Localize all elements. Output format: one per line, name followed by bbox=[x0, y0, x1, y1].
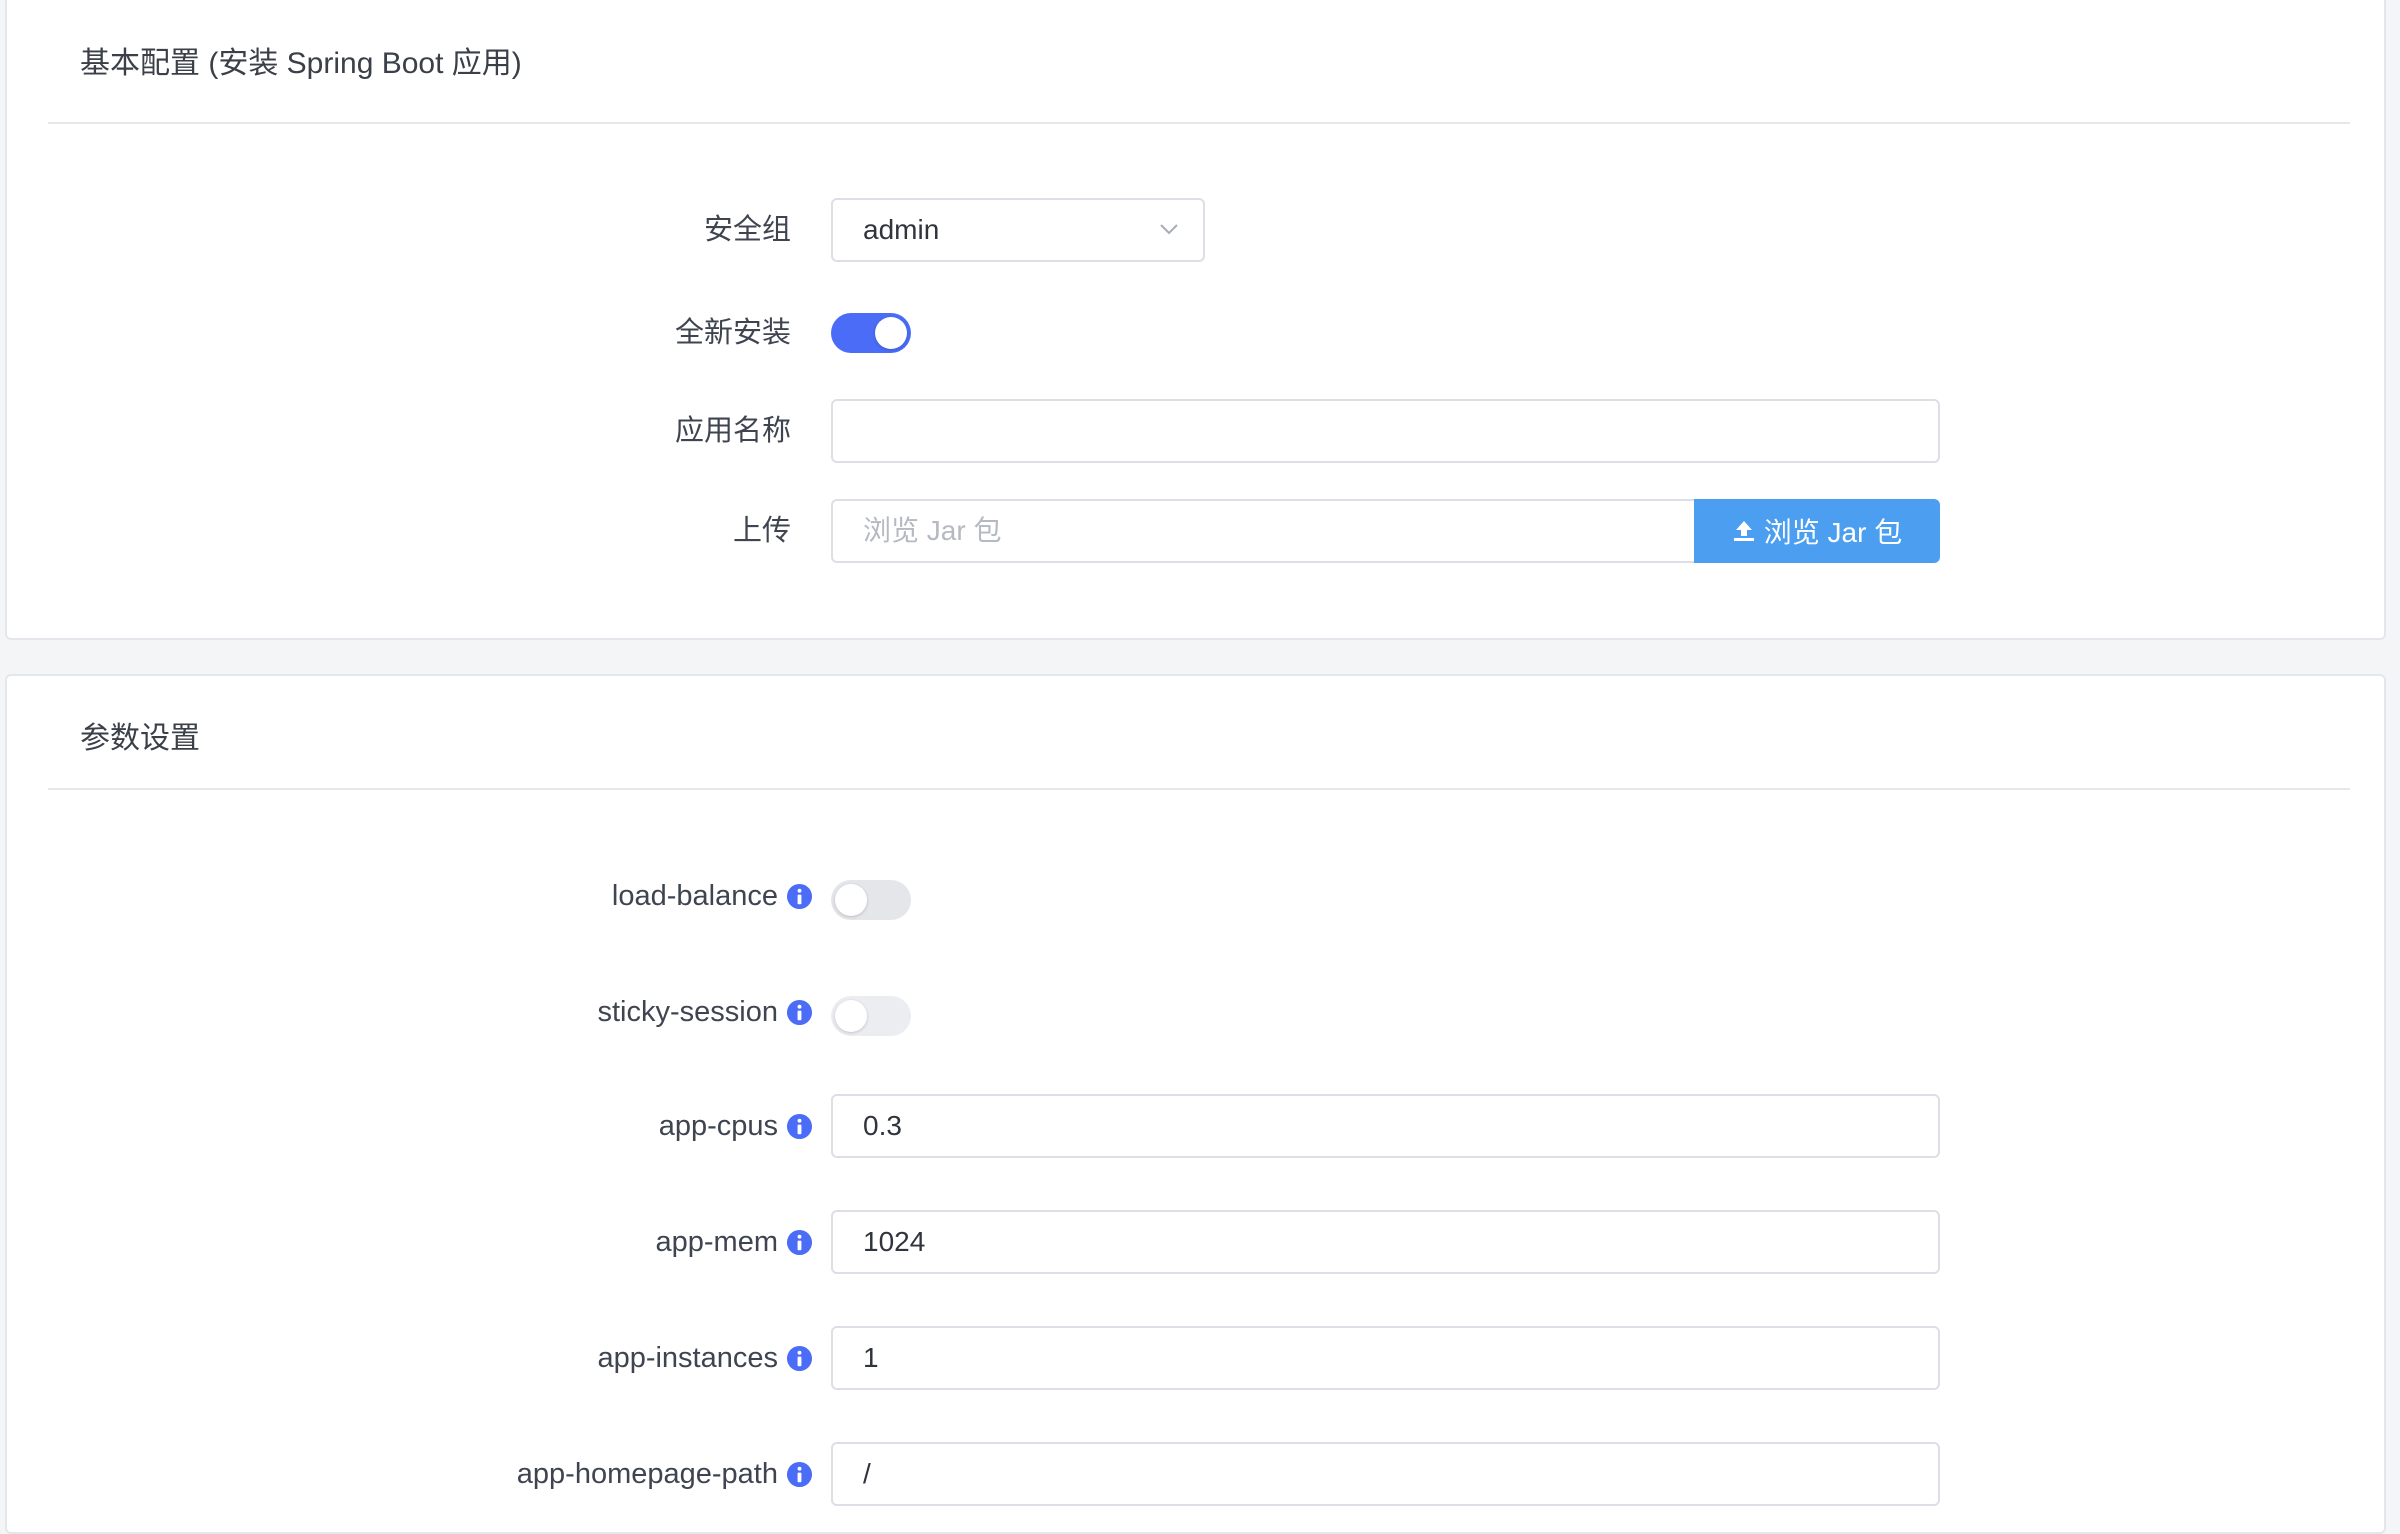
chevron-down-icon bbox=[1160, 224, 1178, 235]
sticky-session-label: sticky-session bbox=[597, 995, 779, 1028]
sticky-session-toggle[interactable] bbox=[831, 996, 911, 1036]
basic-config-card: 基本配置 (安装 Spring Boot 应用) 安全组 admin 全新安装 … bbox=[5, 0, 2386, 640]
app-homepage-path-input[interactable] bbox=[831, 1442, 1940, 1506]
toggle-knob bbox=[875, 317, 907, 349]
app-instances-row: app-instances bbox=[7, 1326, 2384, 1390]
fresh-install-toggle[interactable] bbox=[831, 313, 911, 353]
info-circle-icon[interactable] bbox=[786, 1113, 813, 1140]
info-circle-icon[interactable] bbox=[786, 1461, 813, 1488]
upload-label: 上传 bbox=[732, 515, 791, 547]
security-group-select[interactable]: admin bbox=[831, 198, 1205, 262]
app-mem-row: app-mem bbox=[7, 1210, 2384, 1274]
basic-config-divider bbox=[48, 122, 2350, 124]
app-instances-label: app-instances bbox=[597, 1341, 778, 1374]
browse-jar-button-label: 浏览 Jar 包 bbox=[1763, 517, 1903, 548]
app-mem-label: app-mem bbox=[655, 1225, 779, 1258]
load-balance-toggle[interactable] bbox=[831, 880, 911, 920]
app-mem-input[interactable] bbox=[831, 1210, 1940, 1274]
toggle-knob bbox=[835, 884, 867, 916]
info-circle-icon[interactable] bbox=[786, 999, 813, 1026]
app-cpus-input[interactable] bbox=[831, 1094, 1940, 1158]
browse-jar-button[interactable]: 浏览 Jar 包 bbox=[1694, 499, 1940, 563]
security-group-label: 安全组 bbox=[703, 214, 791, 246]
load-balance-row: load-balance bbox=[7, 872, 2384, 936]
app-name-input[interactable] bbox=[831, 399, 1940, 463]
params-divider bbox=[48, 788, 2350, 790]
info-circle-icon[interactable] bbox=[786, 1345, 813, 1372]
info-circle-icon[interactable] bbox=[786, 883, 813, 910]
app-cpus-label: app-cpus bbox=[658, 1109, 778, 1142]
app-homepage-path-label: app-homepage-path bbox=[516, 1457, 778, 1490]
toggle-knob bbox=[835, 1000, 867, 1032]
upload-row: 上传 浏览 Jar 包 bbox=[7, 499, 2384, 563]
app-homepage-path-row: app-homepage-path bbox=[7, 1442, 2384, 1506]
upload-path-input[interactable] bbox=[831, 499, 1694, 563]
params-card: 参数设置 load-balance sticky-session app-cpu… bbox=[5, 674, 2386, 1534]
app-instances-input[interactable] bbox=[831, 1326, 1940, 1390]
fresh-install-row: 全新安装 bbox=[7, 301, 2384, 365]
app-name-row: 应用名称 bbox=[7, 399, 2384, 463]
info-circle-icon[interactable] bbox=[786, 1229, 813, 1256]
params-title: 参数设置 bbox=[80, 722, 200, 755]
sticky-session-row: sticky-session bbox=[7, 988, 2384, 1052]
fresh-install-label: 全新安装 bbox=[674, 317, 791, 349]
upload-icon bbox=[1733, 521, 1754, 541]
load-balance-label: load-balance bbox=[611, 879, 778, 912]
app-name-label: 应用名称 bbox=[674, 415, 791, 447]
app-cpus-row: app-cpus bbox=[7, 1094, 2384, 1158]
security-group-row: 安全组 admin bbox=[7, 198, 2384, 262]
security-group-value: admin bbox=[863, 214, 940, 245]
upload-group: 浏览 Jar 包 bbox=[831, 499, 1940, 563]
basic-config-title: 基本配置 (安装 Spring Boot 应用) bbox=[80, 47, 522, 80]
